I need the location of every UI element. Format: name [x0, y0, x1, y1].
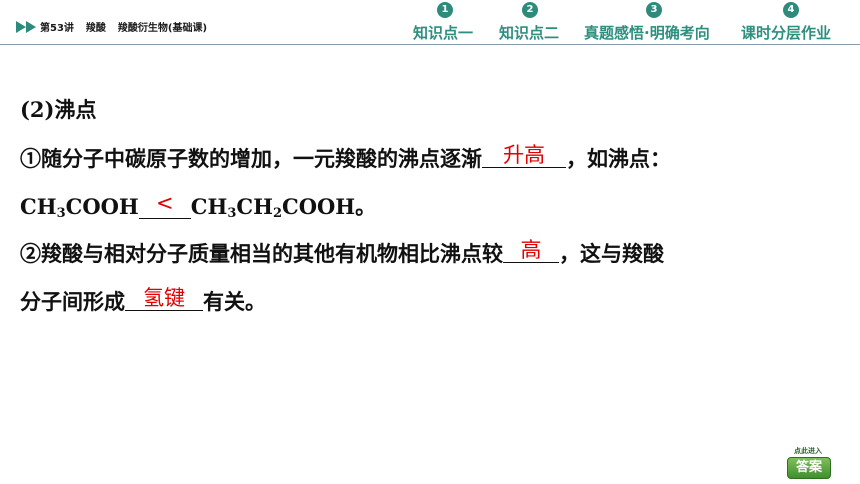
paragraph-text: ，这与羧酸	[559, 241, 664, 266]
formula-acetic-ch: CH	[20, 194, 57, 219]
lesson-topic: 羧酸	[85, 23, 106, 34]
header-bar: 第53讲 羧酸 羧酸衍生物(基础课) 1 知识点一 2 知识点二 3 真题感悟·明确…	[0, 0, 860, 46]
formula-propionic-ch: CH	[190, 194, 228, 219]
answer-text: 高	[520, 238, 542, 262]
answer-blank: 高	[503, 238, 559, 263]
nav-label: 课时分层作业	[741, 24, 832, 42]
answer-text: <	[155, 191, 174, 215]
nav-number-badge: 4	[783, 2, 799, 18]
paragraph-3: ②羧酸与相对分子质量相当的其他有机物相比沸点较高 ，这与羧酸	[20, 238, 664, 268]
answer-button-caption: 点此进入	[794, 447, 822, 455]
double-arrow-icon	[16, 21, 36, 33]
header-divider	[0, 44, 860, 45]
formula-subscript: 2	[272, 206, 282, 221]
paragraph-text: 分子间形成	[20, 289, 125, 314]
answer-blank: 氢键	[125, 286, 203, 311]
paragraph-text: 有关。	[203, 289, 266, 314]
lesson-subtitle: 羧酸衍生物(基础课)	[117, 23, 208, 34]
answer-text: 氢键	[143, 286, 185, 310]
lesson-number: 第53讲	[40, 23, 74, 34]
nav-knowledge-2[interactable]: 2 知识点二	[499, 2, 569, 44]
paragraph-1: ①随分子中碳原子数的增加，一元羧酸的沸点逐渐 升高 ，如沸点：	[20, 143, 671, 173]
nav-knowledge-1[interactable]: 1 知识点一	[413, 2, 483, 44]
show-answer-button[interactable]: 点此进入 答案	[784, 446, 832, 479]
paragraph-text: ①随分子中碳原子数的增加，一元羧酸的沸点逐渐	[20, 146, 482, 171]
nav-label: 知识点一	[413, 24, 474, 42]
nav-label: 知识点二	[499, 24, 560, 42]
nav-number-badge: 1	[437, 2, 453, 18]
nav-number-badge: 3	[646, 2, 662, 18]
section-heading: (2)沸点	[20, 97, 97, 122]
nav-label: 真题感悟·明确考向	[584, 24, 710, 42]
answer-button-label: 答案	[787, 457, 831, 479]
nav-number-badge: 2	[522, 2, 538, 18]
nav-exam-insight[interactable]: 3 真题感悟·明确考向	[584, 2, 730, 44]
formula-acetic-cooh: COOH	[65, 194, 139, 219]
formula-propionic-cooh: COOH。	[281, 194, 377, 219]
breadcrumb: 第53讲 羧酸 羧酸衍生物(基础课)	[40, 19, 219, 34]
answer-blank: <	[138, 191, 191, 219]
answer-text: 升高	[503, 143, 545, 167]
paragraph-text: ，如沸点：	[566, 146, 671, 171]
formula-propionic-ch2: CH	[236, 194, 273, 219]
answer-blank: 升高	[482, 143, 566, 168]
paragraph-4: 分子间形成 氢键 有关。	[20, 286, 266, 316]
nav-homework[interactable]: 4 课时分层作业	[741, 2, 845, 44]
paragraph-2: CH3COOH < CH3CH2COOH。	[20, 191, 376, 221]
formula-subscript: 3	[56, 206, 66, 221]
paragraph-text: ②羧酸与相对分子质量相当的其他有机物相比沸点较	[20, 241, 503, 266]
